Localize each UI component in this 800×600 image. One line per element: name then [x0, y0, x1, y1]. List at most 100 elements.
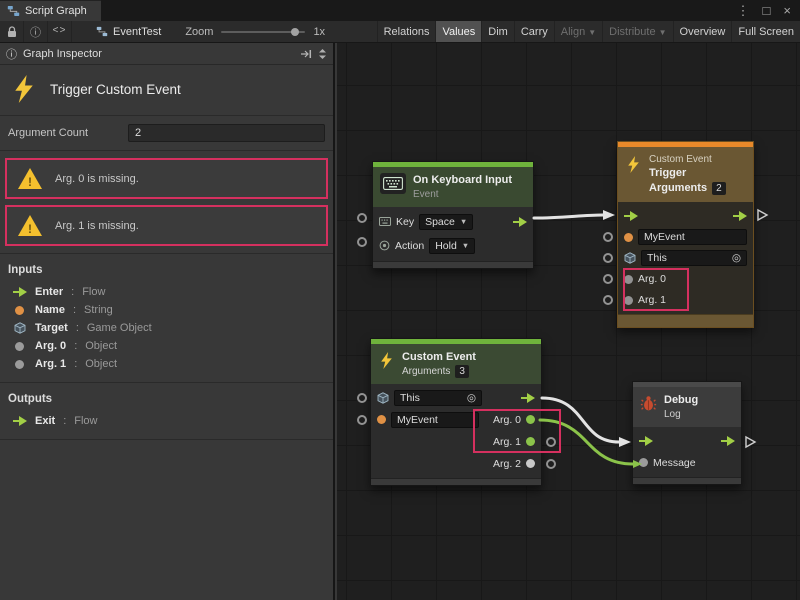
node-debug-log[interactable]: Debug Log Message — [632, 381, 742, 485]
chevron-down-icon: ▼ — [462, 241, 469, 250]
flow-port-icon — [13, 416, 26, 426]
free-port[interactable] — [357, 393, 367, 403]
argument-count-badge: 2 — [712, 182, 726, 195]
overview-button[interactable]: Overview — [673, 21, 732, 42]
code-preview-icon[interactable]: <> — [48, 21, 72, 42]
tab-title: Script Graph — [25, 5, 87, 17]
graph-inspector-panel: ⓘ Graph Inspector Trigger Custom Event A… — [0, 43, 335, 600]
custom-event-bolt-icon — [10, 75, 38, 103]
unity-script-graph-window: { "window": { "tab_title": "Script Graph… — [0, 0, 800, 600]
node-subtitle: Event — [413, 188, 512, 201]
free-port[interactable] — [546, 459, 556, 469]
warnings-list: Arg. 0 is missing. Arg. 1 is missing. — [0, 151, 333, 254]
node-subtitle: Arguments — [402, 365, 450, 378]
outputs-title: Outputs — [0, 390, 333, 412]
custom-event-bolt-icon — [378, 352, 395, 369]
keyboard-icon — [380, 173, 406, 194]
graph-asset-button[interactable]: EventTest — [86, 26, 171, 38]
flow-continuation-icon — [758, 210, 767, 220]
warning-arg1-missing: Arg. 1 is missing. — [5, 205, 328, 246]
zoom-slider-handle[interactable] — [291, 28, 299, 36]
node-header: Debug Log — [633, 387, 741, 427]
free-port[interactable] — [357, 213, 367, 223]
free-port[interactable] — [357, 237, 367, 247]
connection-arrowhead — [619, 437, 631, 447]
free-port[interactable] — [603, 274, 613, 284]
graph-asset-icon — [96, 26, 108, 37]
action-type-icon — [379, 240, 390, 251]
dock-panel-icon[interactable] — [300, 49, 312, 59]
carry-button[interactable]: Carry — [514, 21, 554, 42]
chevron-down-icon: ▼ — [659, 28, 667, 37]
io-row-enter: Enter:Flow — [0, 283, 333, 301]
key-dropdown[interactable]: Space▼ — [419, 214, 473, 230]
event-name-field[interactable]: MyEvent — [638, 229, 747, 245]
string-port[interactable] — [624, 233, 633, 242]
connection-keyboard-to-trigger[interactable] — [534, 215, 603, 218]
flow-out-port[interactable] — [721, 436, 735, 446]
free-port[interactable] — [603, 295, 613, 305]
flow-out-port[interactable] — [733, 211, 747, 221]
relations-button[interactable]: Relations — [377, 21, 436, 42]
warning-arg0-missing: Arg. 0 is missing. — [5, 158, 328, 199]
node-header: Custom Event Trigger Arguments2 — [618, 147, 753, 202]
string-port[interactable] — [377, 415, 386, 424]
node-title: Debug — [664, 393, 698, 408]
gameobject-cube-icon — [14, 322, 26, 334]
flow-out-port[interactable] — [521, 393, 535, 403]
connection-arrowhead — [603, 210, 615, 220]
message-port[interactable] — [639, 458, 648, 467]
info-icon: ⓘ — [6, 46, 17, 62]
action-label: Action — [395, 240, 424, 252]
inputs-section: Inputs Enter:Flow Name:String Target:Gam… — [0, 254, 333, 383]
argument-count-label: Argument Count — [8, 127, 128, 139]
dim-button[interactable]: Dim — [481, 21, 514, 42]
object-port-icon — [15, 360, 24, 369]
target-field[interactable]: This◎ — [394, 390, 482, 406]
graph-toolbar: ⓘ <> EventTest Zoom 1x Relations Values … — [0, 21, 800, 43]
lock-icon[interactable] — [0, 21, 24, 42]
event-name-field[interactable]: MyEvent — [391, 412, 479, 428]
action-dropdown[interactable]: Hold▼ — [429, 238, 475, 254]
node-body: Key Space▼ Action Hold▼ — [373, 207, 533, 261]
target-field[interactable]: This◎ — [641, 250, 747, 266]
distribute-button[interactable]: Distribute▼ — [602, 21, 672, 42]
window-maximize-icon[interactable]: □ — [763, 4, 771, 17]
target-row: This◎ — [371, 387, 541, 409]
target-row: This◎ — [618, 248, 753, 269]
window-menu-icon[interactable]: ⋮ — [737, 4, 750, 17]
flow-in-port[interactable] — [624, 211, 638, 221]
key-row: Key Space▼ — [373, 210, 533, 234]
script-graph-icon — [7, 5, 20, 17]
free-port[interactable] — [603, 232, 613, 242]
gameobject-cube-icon — [624, 252, 636, 264]
free-port[interactable] — [603, 253, 613, 263]
inspector-unit-header: Trigger Custom Event — [0, 65, 333, 116]
align-button[interactable]: Align▼ — [554, 21, 602, 42]
object-port-icon — [15, 342, 24, 351]
window-close-icon[interactable]: × — [783, 4, 791, 17]
pane-resize-icon[interactable] — [318, 48, 327, 60]
node-header: Custom Event Arguments3 — [371, 344, 541, 384]
node-title-line2: Arguments — [649, 181, 707, 196]
argument-count-input[interactable]: 2 — [128, 124, 325, 142]
flow-in-port[interactable] — [639, 436, 653, 446]
zoom-slider[interactable] — [221, 31, 305, 33]
free-port[interactable] — [357, 415, 367, 425]
fullscreen-button[interactable]: Full Screen — [731, 21, 800, 42]
flow-continuation-icon — [746, 437, 755, 447]
inputs-title: Inputs — [0, 261, 333, 283]
graph-canvas[interactable]: On Keyboard Input Event Key Space▼ Actio… — [337, 43, 800, 600]
graph-asset-name: EventTest — [113, 26, 161, 38]
argument-count-row: Argument Count 2 — [0, 116, 333, 151]
debug-bug-icon — [640, 395, 657, 412]
node-subtitle: Log — [664, 408, 698, 421]
flow-out-port[interactable] — [513, 217, 527, 227]
arg2-out-port[interactable] — [526, 459, 535, 468]
node-on-keyboard-input[interactable]: On Keyboard Input Event Key Space▼ Actio… — [372, 161, 534, 269]
info-icon[interactable]: ⓘ — [24, 21, 48, 42]
object-picker-icon[interactable]: ◎ — [732, 252, 741, 264]
object-picker-icon[interactable]: ◎ — [467, 392, 476, 404]
tab-script-graph[interactable]: Script Graph — [0, 0, 101, 21]
values-button[interactable]: Values — [435, 21, 481, 42]
